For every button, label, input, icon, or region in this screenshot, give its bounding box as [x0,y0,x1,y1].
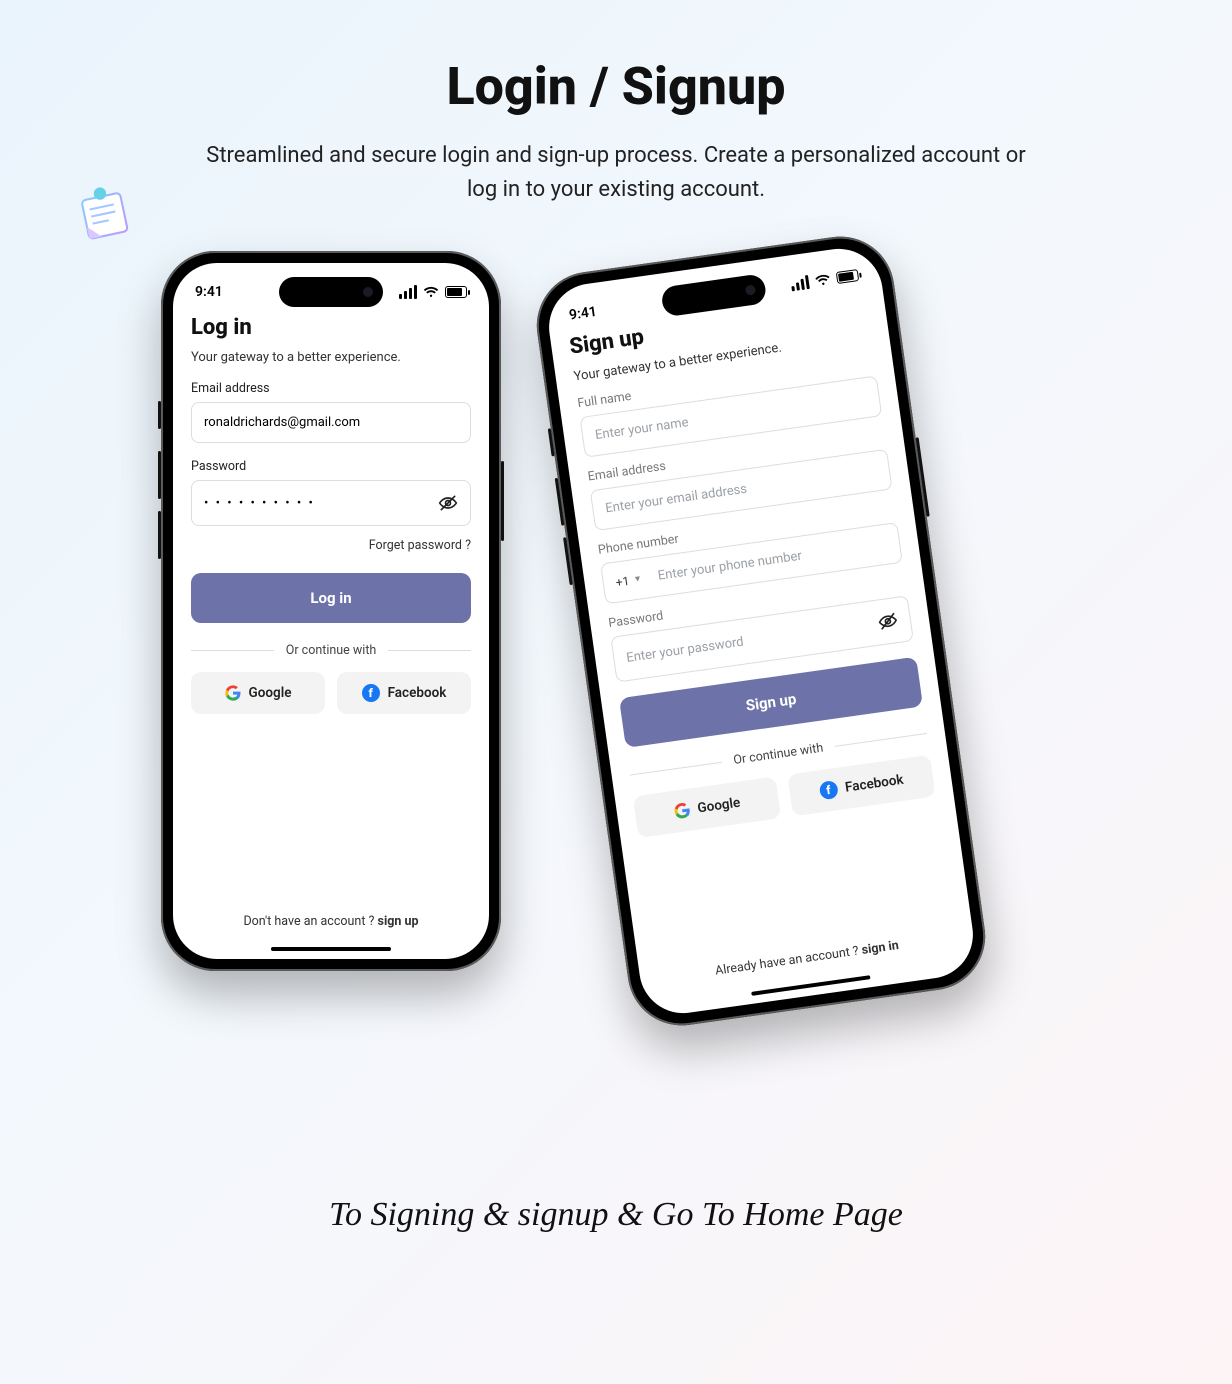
forgot-password-link[interactable]: Forget password ? [191,538,471,553]
chevron-down-icon: ▾ [634,574,641,586]
facebook-icon: f [818,780,838,800]
email-input-value: ronaldrichards@gmail.com [204,415,360,430]
facebook-label: Facebook [388,685,447,701]
wifi-icon [423,286,439,298]
eye-off-icon[interactable] [438,493,458,513]
google-label: Google [697,795,742,817]
google-icon [673,802,691,820]
facebook-signin-button[interactable]: f Facebook [337,672,471,714]
email-placeholder: Enter your email address [604,482,748,517]
login-tagline: Your gateway to a better experience. [191,350,471,365]
battery-icon [445,286,467,298]
google-signup-button[interactable]: Google [633,777,781,839]
battery-icon [836,269,859,284]
login-phone-mockup: 9:41 Log in Your gateway to a better exp… [161,251,501,971]
or-divider: Or continue with [191,643,471,658]
google-signin-button[interactable]: Google [191,672,325,714]
signin-link[interactable]: sign in [861,938,900,958]
facebook-icon: f [362,684,380,702]
password-input[interactable]: • • • • • • • • • • [191,480,471,526]
sticky-note-icon [70,180,136,246]
signal-icon [399,285,417,299]
password-placeholder: Enter your password [625,634,744,665]
google-icon [225,685,241,701]
signup-footer: Already have an account ? sign in [640,928,975,990]
signup-link[interactable]: sign up [378,914,419,929]
email-input[interactable]: ronaldrichards@gmail.com [191,402,471,443]
device-notch [279,277,383,307]
password-mask: • • • • • • • • • • [204,496,315,511]
fullname-placeholder: Enter your name [594,415,689,443]
country-code-selector[interactable]: +1 ▾ [615,571,651,590]
login-button[interactable]: Log in [191,573,471,623]
status-time: 9:41 [568,304,598,324]
eye-off-icon[interactable] [877,610,900,633]
home-indicator [751,975,870,996]
signal-icon [790,275,810,291]
password-label: Password [191,459,471,474]
facebook-signup-button[interactable]: f Facebook [787,755,935,817]
page-subtitle: Streamlined and secure login and sign-up… [206,139,1026,207]
email-label: Email address [191,381,471,396]
wifi-icon [814,273,832,287]
home-indicator [271,947,391,951]
page-title: Login / Signup [0,56,1232,117]
phone-placeholder: Enter your phone number [657,549,803,584]
facebook-label: Facebook [844,772,904,796]
status-time: 9:41 [195,284,223,300]
google-label: Google [249,685,292,701]
login-heading: Log in [191,315,471,340]
page-caption: To Signing & signup & Go To Home Page [0,1196,1232,1234]
login-footer: Don't have an account ? sign up [173,914,489,929]
signup-phone-mockup: 9:41 Sign up Your gateway to a better ex… [530,230,992,1033]
